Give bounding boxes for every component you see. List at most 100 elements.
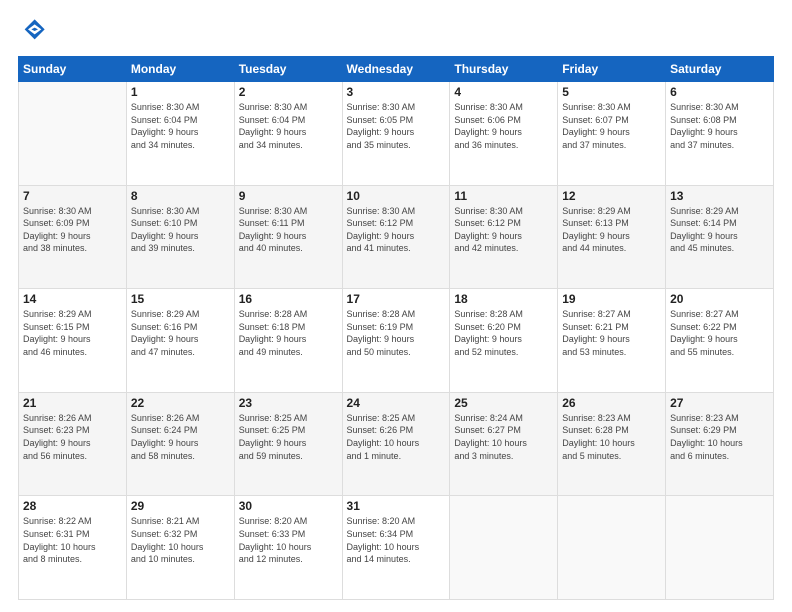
days-of-week-row: SundayMondayTuesdayWednesdayThursdayFrid…: [19, 57, 774, 82]
day-info: Sunrise: 8:30 AMSunset: 6:09 PMDaylight:…: [23, 205, 122, 255]
day-number: 7: [23, 189, 122, 203]
day-of-week-header: Thursday: [450, 57, 558, 82]
calendar-cell: 29Sunrise: 8:21 AMSunset: 6:32 PMDayligh…: [126, 496, 234, 600]
calendar-cell: 9 Sunrise: 8:30 AMSunset: 6:11 PMDaylight…: [234, 185, 342, 289]
day-info: Sunrise: 8:30 AMSunset: 6:10 PMDaylight:…: [131, 205, 230, 255]
calendar-body: 1Sunrise: 8:30 AMSunset: 6:04 PMDaylight…: [19, 82, 774, 600]
calendar-cell: 13Sunrise: 8:29 AMSunset: 6:14 PMDayligh…: [666, 185, 774, 289]
day-number: 11: [454, 189, 553, 203]
day-of-week-header: Tuesday: [234, 57, 342, 82]
day-info: Sunrise: 8:23 AMSunset: 6:29 PMDaylight:…: [670, 412, 769, 462]
calendar-cell: 6Sunrise: 8:30 AMSunset: 6:08 PMDaylight…: [666, 82, 774, 186]
day-number: 17: [347, 292, 446, 306]
calendar-cell: 28Sunrise: 8:22 AMSunset: 6:31 PMDayligh…: [19, 496, 127, 600]
calendar-cell: 10 Sunrise: 8:30 AMSunset: 6:12 PMDayligh…: [342, 185, 450, 289]
day-info: Sunrise: 8:30 AMSunset: 6:04 PMDaylight:…: [131, 101, 230, 151]
day-info: Sunrise: 8:30 AMSunset: 6:04 PMDaylight:…: [239, 101, 338, 151]
day-number: 3: [347, 85, 446, 99]
day-info: Sunrise: 8:24 AMSunset: 6:27 PMDaylight:…: [454, 412, 553, 462]
calendar-cell: 5 Sunrise: 8:30 AMSunset: 6:07 PMDaylight…: [558, 82, 666, 186]
day-number: 14: [23, 292, 122, 306]
calendar-week-row: 21 Sunrise: 8:26 AMSunset: 6:23 PMDayligh…: [19, 392, 774, 496]
calendar-cell: 24 Sunrise: 8:25 AMSunset: 6:26 PMDayligh…: [342, 392, 450, 496]
day-info: Sunrise: 8:30 AMSunset: 6:06 PMDaylight:…: [454, 101, 553, 151]
day-info: Sunrise: 8:27 AMSunset: 6:22 PMDaylight:…: [670, 308, 769, 358]
calendar-cell: 20 Sunrise: 8:27 AMSunset: 6:22 PMDayligh…: [666, 289, 774, 393]
day-number: 21: [23, 396, 122, 410]
day-number: 31: [347, 499, 446, 513]
day-info: Sunrise: 8:25 AMSunset: 6:25 PMDaylight:…: [239, 412, 338, 462]
day-number: 20: [670, 292, 769, 306]
day-info: Sunrise: 8:29 AMSunset: 6:14 PMDaylight:…: [670, 205, 769, 255]
calendar-cell: 23 Sunrise: 8:25 AMSunset: 6:25 PMDayligh…: [234, 392, 342, 496]
day-info: Sunrise: 8:30 AMSunset: 6:07 PMDaylight:…: [562, 101, 661, 151]
day-number: 10: [347, 189, 446, 203]
page: SundayMondayTuesdayWednesdayThursdayFrid…: [0, 0, 792, 612]
calendar-cell: [450, 496, 558, 600]
day-info: Sunrise: 8:30 AMSunset: 6:05 PMDaylight:…: [347, 101, 446, 151]
calendar-cell: 1Sunrise: 8:30 AMSunset: 6:04 PMDaylight…: [126, 82, 234, 186]
calendar-cell: 14 Sunrise: 8:29 AMSunset: 6:15 PMDayligh…: [19, 289, 127, 393]
day-info: Sunrise: 8:29 AMSunset: 6:16 PMDaylight:…: [131, 308, 230, 358]
day-info: Sunrise: 8:28 AMSunset: 6:20 PMDaylight:…: [454, 308, 553, 358]
calendar-week-row: 28Sunrise: 8:22 AMSunset: 6:31 PMDayligh…: [19, 496, 774, 600]
day-number: 22: [131, 396, 230, 410]
day-number: 9: [239, 189, 338, 203]
day-info: Sunrise: 8:23 AMSunset: 6:28 PMDaylight:…: [562, 412, 661, 462]
day-info: Sunrise: 8:25 AMSunset: 6:26 PMDaylight:…: [347, 412, 446, 462]
calendar-cell: 3 Sunrise: 8:30 AMSunset: 6:05 PMDaylight…: [342, 82, 450, 186]
day-number: 27: [670, 396, 769, 410]
calendar-cell: 31 Sunrise: 8:20 AMSunset: 6:34 PMDayligh…: [342, 496, 450, 600]
day-number: 28: [23, 499, 122, 513]
day-info: Sunrise: 8:29 AMSunset: 6:15 PMDaylight:…: [23, 308, 122, 358]
day-number: 12: [562, 189, 661, 203]
calendar-cell: [558, 496, 666, 600]
calendar-table: SundayMondayTuesdayWednesdayThursdayFrid…: [18, 56, 774, 600]
day-number: 2: [239, 85, 338, 99]
day-number: 26: [562, 396, 661, 410]
day-of-week-header: Sunday: [19, 57, 127, 82]
day-number: 16: [239, 292, 338, 306]
day-number: 23: [239, 396, 338, 410]
calendar-week-row: 1Sunrise: 8:30 AMSunset: 6:04 PMDaylight…: [19, 82, 774, 186]
day-info: Sunrise: 8:20 AMSunset: 6:33 PMDaylight:…: [239, 515, 338, 565]
calendar-cell: 27 Sunrise: 8:23 AMSunset: 6:29 PMDayligh…: [666, 392, 774, 496]
day-number: 24: [347, 396, 446, 410]
calendar-cell: 16 Sunrise: 8:28 AMSunset: 6:18 PMDayligh…: [234, 289, 342, 393]
logo-icon: [18, 16, 48, 46]
day-info: Sunrise: 8:30 AMSunset: 6:12 PMDaylight:…: [454, 205, 553, 255]
day-number: 29: [131, 499, 230, 513]
day-info: Sunrise: 8:28 AMSunset: 6:19 PMDaylight:…: [347, 308, 446, 358]
day-info: Sunrise: 8:26 AMSunset: 6:23 PMDaylight:…: [23, 412, 122, 462]
day-number: 25: [454, 396, 553, 410]
day-info: Sunrise: 8:30 AMSunset: 6:08 PMDaylight:…: [670, 101, 769, 151]
calendar-cell: 22 Sunrise: 8:26 AMSunset: 6:24 PMDayligh…: [126, 392, 234, 496]
day-number: 15: [131, 292, 230, 306]
header: [18, 16, 774, 46]
day-number: 4: [454, 85, 553, 99]
calendar-week-row: 14 Sunrise: 8:29 AMSunset: 6:15 PMDayligh…: [19, 289, 774, 393]
calendar-cell: 17 Sunrise: 8:28 AMSunset: 6:19 PMDayligh…: [342, 289, 450, 393]
day-of-week-header: Saturday: [666, 57, 774, 82]
day-number: 5: [562, 85, 661, 99]
day-info: Sunrise: 8:30 AMSunset: 6:12 PMDaylight:…: [347, 205, 446, 255]
calendar-cell: 15 Sunrise: 8:29 AMSunset: 6:16 PMDayligh…: [126, 289, 234, 393]
calendar-cell: 30Sunrise: 8:20 AMSunset: 6:33 PMDayligh…: [234, 496, 342, 600]
calendar-cell: 8 Sunrise: 8:30 AMSunset: 6:10 PMDaylight…: [126, 185, 234, 289]
calendar-cell: 19 Sunrise: 8:27 AMSunset: 6:21 PMDayligh…: [558, 289, 666, 393]
day-number: 8: [131, 189, 230, 203]
day-info: Sunrise: 8:27 AMSunset: 6:21 PMDaylight:…: [562, 308, 661, 358]
day-number: 19: [562, 292, 661, 306]
calendar-cell: [19, 82, 127, 186]
calendar-cell: 18Sunrise: 8:28 AMSunset: 6:20 PMDayligh…: [450, 289, 558, 393]
day-info: Sunrise: 8:30 AMSunset: 6:11 PMDaylight:…: [239, 205, 338, 255]
day-info: Sunrise: 8:26 AMSunset: 6:24 PMDaylight:…: [131, 412, 230, 462]
calendar-cell: 7 Sunrise: 8:30 AMSunset: 6:09 PMDaylight…: [19, 185, 127, 289]
calendar-cell: 11 Sunrise: 8:30 AMSunset: 6:12 PMDayligh…: [450, 185, 558, 289]
calendar-week-row: 7 Sunrise: 8:30 AMSunset: 6:09 PMDaylight…: [19, 185, 774, 289]
day-of-week-header: Monday: [126, 57, 234, 82]
day-info: Sunrise: 8:28 AMSunset: 6:18 PMDaylight:…: [239, 308, 338, 358]
calendar-cell: [666, 496, 774, 600]
calendar-cell: 12Sunrise: 8:29 AMSunset: 6:13 PMDayligh…: [558, 185, 666, 289]
day-info: Sunrise: 8:20 AMSunset: 6:34 PMDaylight:…: [347, 515, 446, 565]
